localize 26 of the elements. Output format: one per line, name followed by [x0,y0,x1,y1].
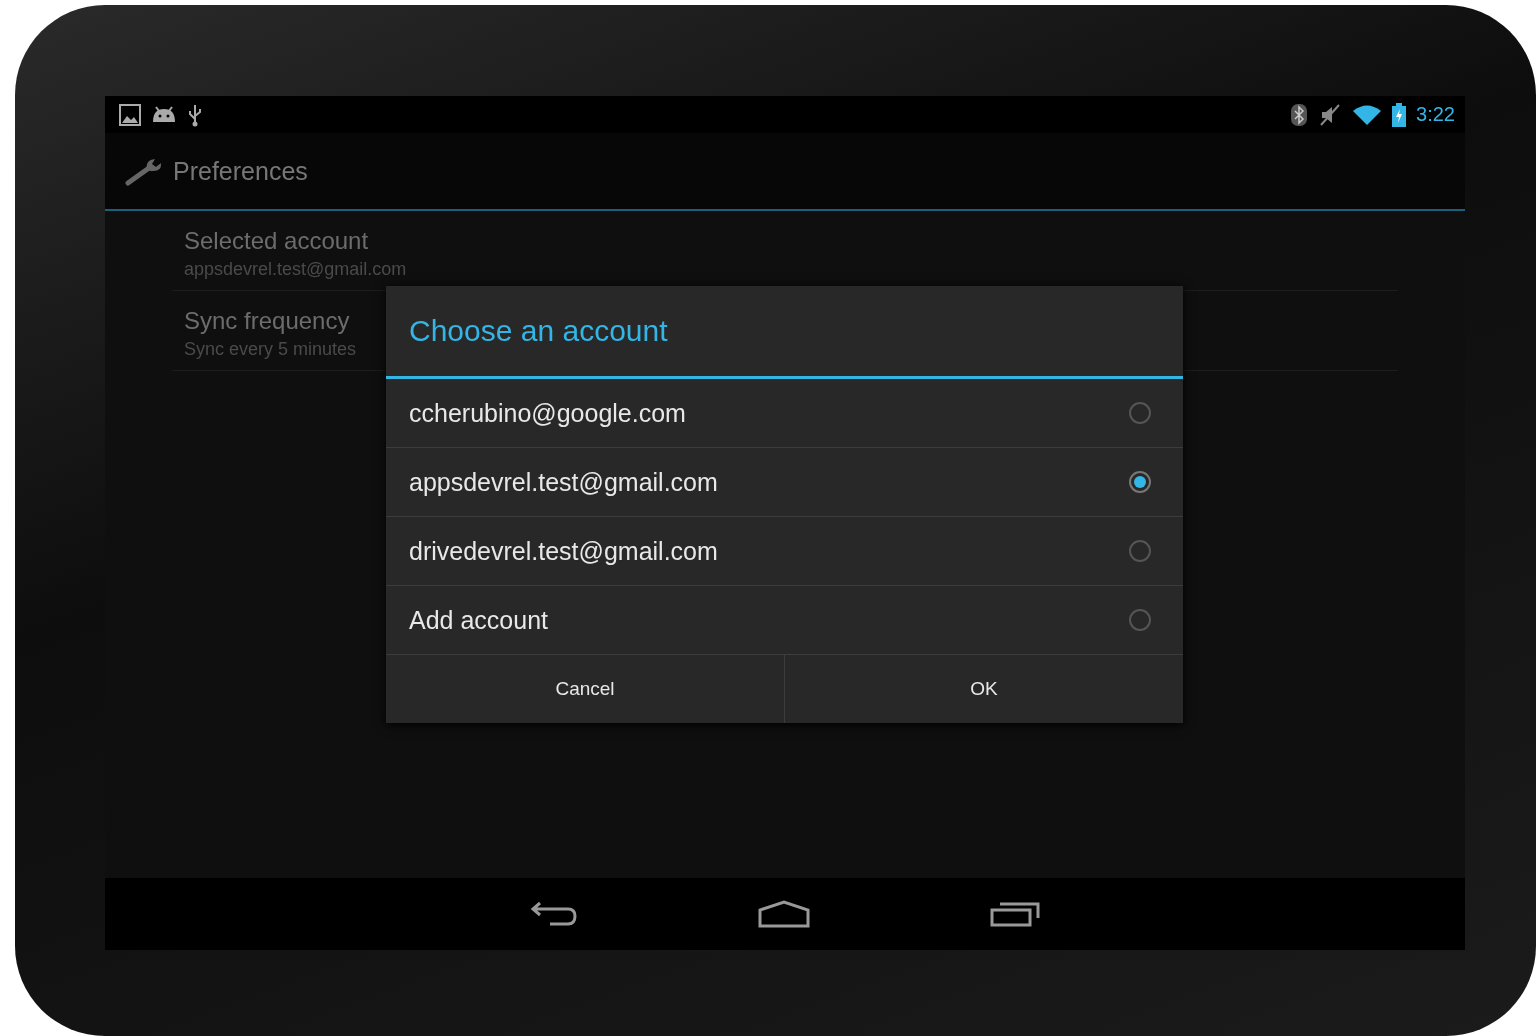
account-option[interactable]: Add account [386,586,1183,655]
radio-button[interactable] [1129,540,1151,562]
picture-icon [119,103,141,126]
radio-button[interactable] [1129,471,1151,493]
wifi-icon [1352,103,1383,126]
recent-apps-icon[interactable] [990,901,1040,927]
account-option[interactable]: appsdevrel.test@gmail.com [386,448,1183,517]
preference-summary: Sync every 5 minutes [184,339,357,360]
back-icon[interactable] [530,901,578,927]
dialog-button[interactable]: OK [784,655,1183,723]
action-bar-title: Preferences [173,156,308,186]
preference-title: Selected account [184,227,369,255]
account-option[interactable]: ccherubino@google.com [386,379,1183,448]
dialog-button[interactable]: Cancel [386,655,784,723]
usb-icon [187,102,203,127]
radio-button[interactable] [1129,609,1151,631]
mute-icon [1318,102,1343,127]
home-icon[interactable] [758,900,810,928]
radio-button[interactable] [1129,402,1151,424]
android-icon [151,105,177,124]
bluetooth-icon [1290,102,1309,127]
battery-icon [1392,102,1407,127]
preference-summary: appsdevrel.test@gmail.com [184,259,407,280]
preference-title: Sync frequency [184,307,350,335]
clock-time: 3:22 [1416,103,1455,126]
account-option[interactable]: drivedevrel.test@gmail.com [386,517,1183,586]
